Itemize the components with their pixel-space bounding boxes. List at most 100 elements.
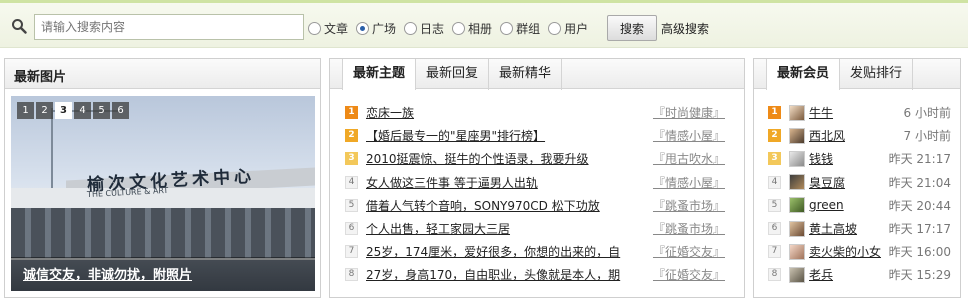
search-button[interactable]: 搜索 (607, 15, 657, 41)
radio-button[interactable] (500, 21, 514, 35)
tab-post-ranking[interactable]: 发贴排行 (840, 59, 914, 90)
rank-badge: 2 (345, 129, 358, 143)
member-name-link[interactable]: 老兵 (809, 266, 833, 283)
tab-latest-members[interactable]: 最新会员 (766, 59, 841, 90)
radio-button[interactable] (404, 21, 418, 35)
member-list: 1 牛牛 6 小时前 2 西北风 7 小时前 3 钱钱 昨天 21:17 4 臭… (768, 101, 958, 287)
topic-category-link[interactable]: 『甩古吹水』 (653, 150, 725, 167)
slide-page-button[interactable]: 1 (17, 102, 34, 119)
avatar[interactable] (789, 266, 805, 283)
photo-caption-link[interactable]: 诚信交友，非诚勿扰，附照片 (23, 264, 192, 283)
topic-title-link[interactable]: 27岁，身高170，自由职业，头像就是本人，期 (366, 266, 636, 283)
member-row[interactable]: 1 牛牛 6 小时前 (768, 101, 958, 124)
rank-badge: 4 (768, 175, 781, 189)
scope-label: 相册 (468, 21, 493, 36)
scope-option-square[interactable]: 广场 (356, 20, 396, 37)
radio-button[interactable] (308, 21, 321, 35)
member-name-link[interactable]: green (809, 198, 844, 212)
slide-page-button[interactable]: 5 (93, 102, 110, 119)
radio-button[interactable] (548, 21, 562, 35)
scope-option-users[interactable]: 用户 (548, 20, 588, 37)
member-name-link[interactable]: 臭豆腐 (809, 174, 845, 191)
topic-title-link[interactable]: 2010挺震惊、挺牛的个性语录，我要升级 (366, 150, 636, 167)
panel-title: 最新图片 (14, 70, 67, 85)
avatar[interactable] (789, 104, 805, 121)
topic-category-link[interactable]: 『时尚健康』 (653, 104, 725, 121)
rank-badge: 4 (345, 175, 358, 189)
avatar[interactable] (789, 243, 805, 260)
topic-row[interactable]: 1 恋床一族 『时尚健康』 (345, 101, 735, 124)
scope-option-albums[interactable]: 相册 (452, 20, 492, 37)
topic-row[interactable]: 7 25岁，174厘米，爱好很多，你想的出来的，自 『征婚交友』 (345, 240, 735, 263)
avatar[interactable] (789, 220, 805, 237)
member-row[interactable]: 5 green 昨天 20:44 (768, 194, 958, 217)
tab-latest-featured[interactable]: 最新精华 (489, 59, 563, 90)
scope-option-logs[interactable]: 日志 (404, 20, 444, 37)
slide-pager: 1 2 3 4 5 6 (17, 102, 131, 119)
featured-photo[interactable]: 榆次文化艺术中心 THE CULTURE & ART 1 2 3 4 5 6 诚… (11, 96, 315, 291)
member-name-link[interactable]: 卖火柴的小女 (809, 243, 881, 260)
radio-button[interactable] (452, 21, 466, 35)
advanced-search-link[interactable]: 高级搜索 (661, 20, 709, 37)
slide-page-button[interactable]: 2 (36, 102, 53, 119)
topic-title-link[interactable]: 个人出售，轻工家园大三居 (366, 220, 636, 237)
topic-tabs: 最新主题 最新回复 最新精华 (342, 59, 563, 90)
topic-title-link[interactable]: 25岁，174厘米，爱好很多，你想的出来的，自 (366, 243, 636, 260)
topic-category-link[interactable]: 『情感小屋』 (653, 127, 725, 144)
slide-page-button[interactable]: 6 (112, 102, 129, 119)
avatar[interactable] (789, 197, 805, 214)
topic-row[interactable]: 6 个人出售，轻工家园大三居 『跳蚤市场』 (345, 217, 735, 240)
slide-page-button[interactable]: 4 (74, 102, 91, 119)
member-row[interactable]: 7 卖火柴的小女 昨天 16:00 (768, 240, 958, 263)
topic-row[interactable]: 8 27岁，身高170，自由职业，头像就是本人，期 『征婚交友』 (345, 263, 735, 286)
panel-header: 最新主题 最新回复 最新精华 (330, 59, 744, 90)
member-row[interactable]: 3 钱钱 昨天 21:17 (768, 147, 958, 170)
member-row[interactable]: 4 臭豆腐 昨天 21:04 (768, 171, 958, 194)
topic-category-link[interactable]: 『征婚交友』 (653, 243, 725, 260)
topic-row[interactable]: 4 女人做这三件事 等于逼男人出轨 『情感小屋』 (345, 171, 735, 194)
search-icon (12, 19, 27, 34)
search-input[interactable] (34, 14, 304, 40)
topic-category-link[interactable]: 『情感小屋』 (653, 174, 725, 191)
member-join-time: 6 小时前 (903, 106, 951, 121)
scope-label: 群组 (516, 21, 541, 36)
rank-badge: 8 (768, 268, 781, 282)
member-join-time: 昨天 21:17 (888, 152, 951, 167)
member-row[interactable]: 6 黄土高坡 昨天 17:17 (768, 217, 958, 240)
radio-button-selected[interactable] (356, 21, 370, 35)
tab-latest-replies[interactable]: 最新回复 (416, 59, 490, 90)
topic-category-link[interactable]: 『跳蚤市场』 (653, 197, 725, 214)
latest-topics-panel: 最新主题 最新回复 最新精华 1 恋床一族 『时尚健康』 2 【婚后最专一的"星… (329, 58, 745, 298)
panel-header: 最新会员 发贴排行 (754, 59, 960, 90)
avatar[interactable] (789, 174, 805, 191)
scope-option-groups[interactable]: 群组 (500, 20, 540, 37)
rank-badge: 6 (768, 222, 781, 236)
rank-badge: 5 (768, 198, 781, 212)
topic-title-link[interactable]: 【婚后最专一的"星座男"排行榜】 (366, 127, 636, 144)
topic-row[interactable]: 2 【婚后最专一的"星座男"排行榜】 『情感小屋』 (345, 124, 735, 147)
search-scope-options: 文章 广场 日志 相册 群组 用户 (308, 18, 596, 38)
slide-page-button-active[interactable]: 3 (55, 102, 72, 119)
rank-badge: 1 (345, 106, 358, 120)
topic-title-link[interactable]: 恋床一族 (366, 104, 636, 121)
topic-title-link[interactable]: 借着人气转个音响，SONY970CD 松下功放 (366, 197, 636, 214)
scope-option-articles[interactable]: 文章 (308, 20, 348, 37)
member-name-link[interactable]: 黄土高坡 (809, 220, 857, 237)
tab-latest-topics[interactable]: 最新主题 (342, 59, 417, 90)
crane-shape (51, 108, 53, 188)
member-join-time: 昨天 15:29 (888, 268, 951, 283)
avatar[interactable] (789, 127, 805, 144)
member-row[interactable]: 8 老兵 昨天 15:29 (768, 263, 958, 286)
member-row[interactable]: 2 西北风 7 小时前 (768, 124, 958, 147)
topic-row[interactable]: 5 借着人气转个音响，SONY970CD 松下功放 『跳蚤市场』 (345, 194, 735, 217)
topic-row[interactable]: 3 2010挺震惊、挺牛的个性语录，我要升级 『甩古吹水』 (345, 147, 735, 170)
avatar[interactable] (789, 150, 805, 167)
member-name-link[interactable]: 钱钱 (809, 150, 833, 167)
topic-title-link[interactable]: 女人做这三件事 等于逼男人出轨 (366, 174, 636, 191)
member-name-link[interactable]: 西北风 (809, 127, 845, 144)
member-name-link[interactable]: 牛牛 (809, 104, 833, 121)
topic-category-link[interactable]: 『跳蚤市场』 (653, 220, 725, 237)
rank-badge: 7 (768, 245, 781, 259)
topic-category-link[interactable]: 『征婚交友』 (653, 266, 725, 283)
scope-label: 用户 (564, 21, 589, 36)
